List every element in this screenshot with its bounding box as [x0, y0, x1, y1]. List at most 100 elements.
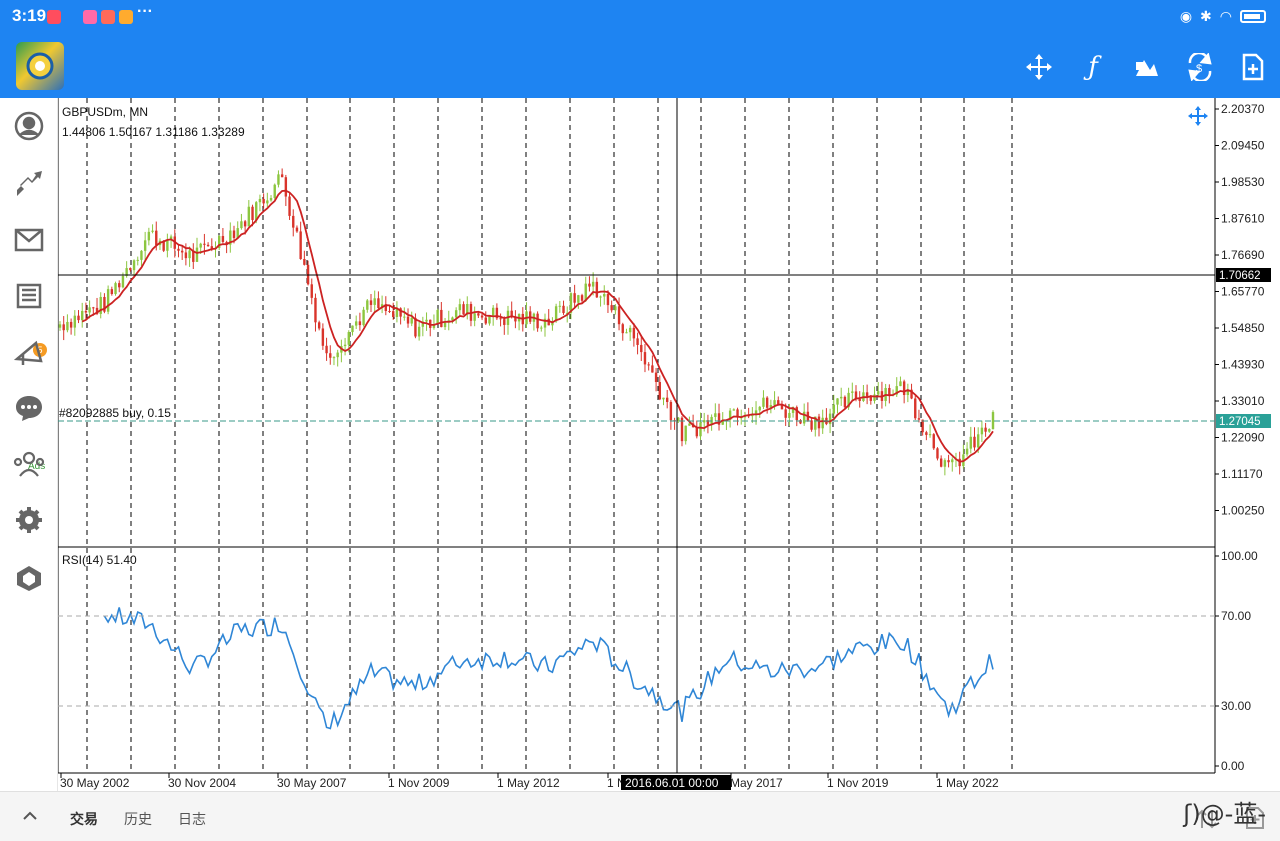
candle-body: [425, 319, 428, 322]
bluetooth-icon: ✱: [1200, 8, 1212, 24]
mailbox-icon[interactable]: [11, 222, 47, 258]
candle-body: [77, 315, 80, 321]
candle-body: [577, 295, 580, 303]
candle-body: [199, 243, 202, 248]
candle-body: [406, 316, 410, 324]
more-status-icon: ···: [137, 3, 153, 20]
candle-body: [732, 409, 736, 411]
candle-body: [314, 297, 317, 323]
candle-body: [66, 321, 69, 331]
time-tick-label: 30 Nov 2004: [168, 776, 236, 790]
candle-body: [203, 243, 206, 245]
timeframe-icon[interactable]: $: [1185, 52, 1215, 82]
candle-body: [488, 316, 491, 324]
candle-body: [540, 327, 543, 329]
candle-body: [232, 230, 236, 238]
candle-body: [902, 381, 906, 396]
candle-body: [836, 398, 839, 405]
ads-icon[interactable]: [11, 336, 47, 372]
candle-body: [599, 296, 602, 298]
candle-body: [980, 427, 984, 435]
candle-body: [129, 268, 132, 271]
bid-price: 1.27045: [1219, 416, 1261, 428]
candle-body: [73, 315, 77, 328]
candle-body: [473, 313, 476, 321]
candle-body: [640, 344, 643, 353]
candle-body: [343, 344, 347, 347]
community-icon[interactable]: [11, 446, 47, 482]
candle-body: [758, 406, 761, 411]
candle-body: [788, 412, 791, 418]
wifi-icon: ◠: [1219, 8, 1232, 24]
candle-body: [591, 281, 595, 287]
tab-history[interactable]: 历史: [124, 809, 152, 829]
candle-body: [617, 306, 621, 325]
candle-body: [621, 324, 624, 334]
collapse-chevron-icon[interactable]: [20, 806, 40, 826]
candle-body: [180, 250, 184, 253]
app-logo[interactable]: [16, 42, 64, 90]
new-order-icon[interactable]: [1238, 52, 1268, 82]
candle-body: [654, 372, 658, 382]
candle-body: [440, 309, 443, 328]
candle-body: [991, 412, 995, 430]
candle-body: [106, 289, 110, 312]
candle-body: [695, 427, 699, 437]
candle-body: [643, 352, 647, 365]
candle-body: [84, 310, 88, 313]
candle-body: [632, 327, 636, 339]
candle-body: [436, 309, 439, 325]
chat-icon[interactable]: [11, 390, 47, 426]
indicators-icon[interactable]: ƒ: [1078, 52, 1108, 82]
chart-background: [58, 98, 1280, 791]
time-tick-label: 30 May 2002: [60, 776, 130, 790]
news-icon[interactable]: [11, 278, 47, 314]
objects-icon[interactable]: [1132, 52, 1162, 82]
price-tick-label: 1.98530: [1221, 175, 1265, 189]
candle-body: [684, 425, 687, 442]
candle-body: [132, 260, 136, 271]
svg-text:$: $: [1196, 63, 1202, 75]
candle-body: [921, 419, 924, 433]
tab-journal[interactable]: 日志: [178, 809, 206, 829]
candle-body: [155, 230, 158, 246]
candle-body: [603, 293, 606, 297]
candle-body: [388, 310, 391, 312]
candle-body: [843, 396, 847, 408]
candle-body: [484, 317, 487, 324]
candle-body: [210, 246, 213, 249]
candle-body: [699, 422, 702, 437]
candle-body: [251, 206, 254, 221]
time-axis: 30 May 2002 30 Nov 2004 30 May 2007 1 Nov 2…: [60, 773, 999, 790]
candle-body: [628, 327, 632, 333]
candle-body: [458, 304, 462, 311]
price-chart[interactable]: GBPUSDm, MN 1.44806 1.50167 1.31186 1.33…: [58, 98, 1280, 791]
candle-body: [195, 247, 199, 262]
watermark: ʃ)@-蓝-: [1183, 800, 1266, 828]
order-label: #82092885 buy, 0.15: [59, 406, 171, 420]
settings-icon[interactable]: [11, 502, 47, 538]
candle-body: [888, 387, 891, 396]
candle-body: [765, 397, 769, 408]
candle-body: [403, 316, 406, 318]
tab-trade[interactable]: 交易: [70, 809, 98, 829]
candle-body: [62, 324, 65, 331]
candle-body: [951, 459, 954, 463]
status-icons: ◉ ✱ ◠: [1180, 8, 1266, 25]
candle-body: [114, 283, 117, 295]
candle-body: [240, 221, 243, 229]
candle-body: [284, 177, 288, 197]
candle-body: [347, 332, 350, 345]
time-tick-label: 1 Nov 2019: [827, 776, 889, 790]
candle-body: [984, 427, 987, 432]
mql5-icon[interactable]: [11, 560, 47, 596]
candle-body: [262, 198, 265, 204]
crosshair-time: 2016.06.01 00:00: [625, 776, 719, 790]
candle-body: [280, 174, 284, 178]
quotes-icon[interactable]: [11, 108, 47, 144]
candle-body: [817, 416, 821, 429]
candle-body: [939, 458, 943, 467]
charts-icon[interactable]: [11, 165, 47, 201]
crosshair-tool-icon[interactable]: [1024, 52, 1054, 82]
candle-body: [462, 304, 465, 315]
